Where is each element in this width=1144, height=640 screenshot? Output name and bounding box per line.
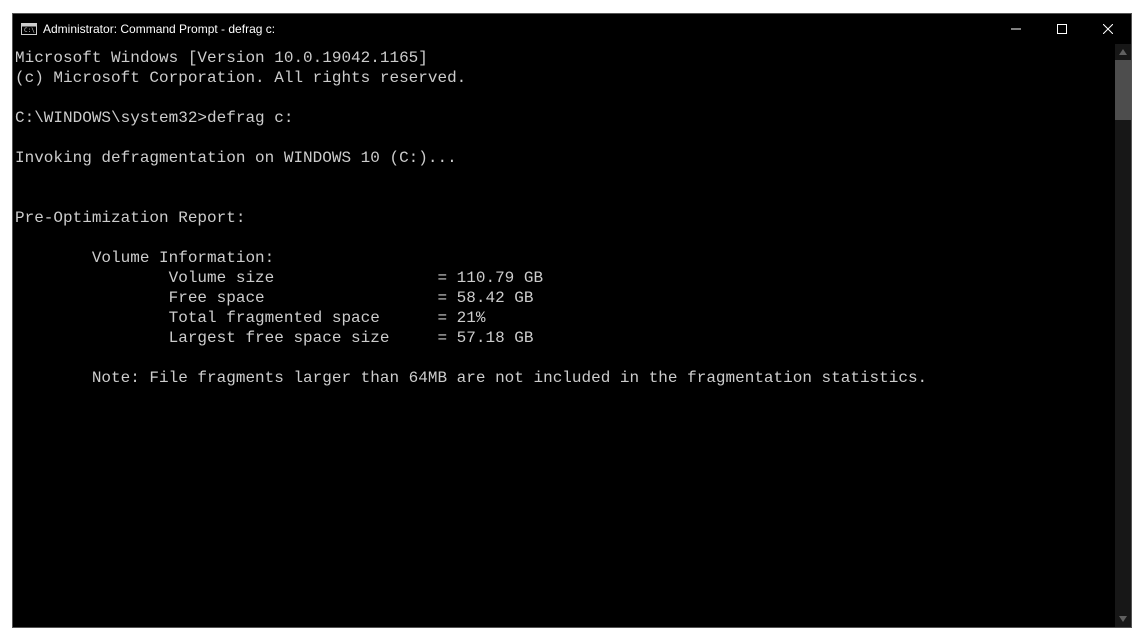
output-line: Free space = 58.42 GB bbox=[15, 289, 533, 307]
scroll-down-button[interactable] bbox=[1115, 611, 1131, 627]
command-prompt-window: C:\ Administrator: Command Prompt - defr… bbox=[12, 13, 1132, 628]
window-title: Administrator: Command Prompt - defrag c… bbox=[43, 22, 993, 36]
output-line: Largest free space size = 57.18 GB bbox=[15, 329, 533, 347]
cmd-icon: C:\ bbox=[21, 21, 37, 37]
scrollbar-thumb[interactable] bbox=[1115, 60, 1131, 120]
close-button[interactable] bbox=[1085, 14, 1131, 44]
output-line: Invoking defragmentation on WINDOWS 10 (… bbox=[15, 149, 457, 167]
output-line: Microsoft Windows [Version 10.0.19042.11… bbox=[15, 49, 428, 67]
vertical-scrollbar[interactable] bbox=[1115, 44, 1131, 627]
svg-text:C:\: C:\ bbox=[24, 27, 35, 34]
scroll-up-button[interactable] bbox=[1115, 44, 1131, 60]
output-line: Volume Information: bbox=[15, 249, 274, 267]
titlebar[interactable]: C:\ Administrator: Command Prompt - defr… bbox=[13, 14, 1131, 44]
output-line: Volume size = 110.79 GB bbox=[15, 269, 543, 287]
output-line: Note: File fragments larger than 64MB ar… bbox=[15, 369, 927, 387]
output-line: Total fragmented space = 21% bbox=[15, 309, 485, 327]
prompt-line: C:\WINDOWS\system32>defrag c: bbox=[15, 109, 293, 127]
console-area: Microsoft Windows [Version 10.0.19042.11… bbox=[13, 44, 1131, 627]
output-line: (c) Microsoft Corporation. All rights re… bbox=[15, 69, 466, 87]
output-line: Pre-Optimization Report: bbox=[15, 209, 245, 227]
maximize-button[interactable] bbox=[1039, 14, 1085, 44]
console-output[interactable]: Microsoft Windows [Version 10.0.19042.11… bbox=[13, 44, 1115, 627]
window-controls bbox=[993, 14, 1131, 44]
minimize-button[interactable] bbox=[993, 14, 1039, 44]
